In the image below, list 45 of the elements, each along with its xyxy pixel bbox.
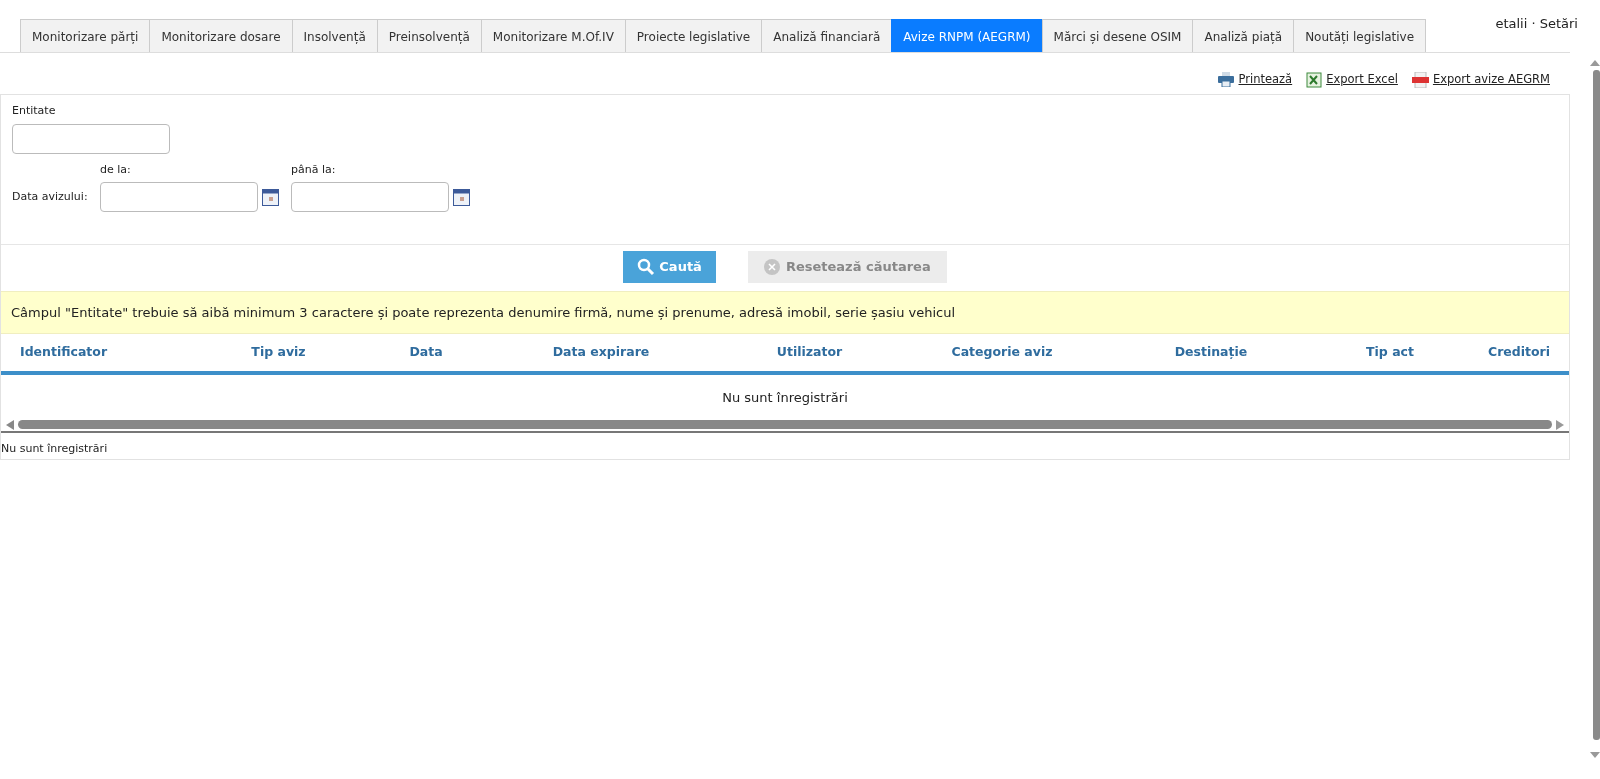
- page-scrollbar[interactable]: [1590, 60, 1600, 760]
- entity-input[interactable]: [12, 123, 170, 154]
- field-label: de la:: [100, 161, 132, 178]
- column-header[interactable]: Tip act: [1311, 343, 1469, 362]
- info-notice: Câmpul "Entitate" trebuie să aibă minimum 3 caractere și poate reprezenta denumire firmă, nume și prenume, adresă imobil, serie șasiu vehicul: [1, 290, 1569, 335]
- field-label: Entitate: [12, 103, 57, 120]
- column-header[interactable]: Creditori: [1469, 343, 1569, 362]
- tab[interactable]: Monitorizare dosare: [149, 19, 293, 52]
- column-header[interactable]: Data: [376, 343, 476, 362]
- column-header[interactable]: Identificator: [1, 343, 181, 362]
- column-header[interactable]: Utilizator: [726, 343, 893, 362]
- tab[interactable]: Proiecte legislative: [624, 19, 763, 52]
- scroll-left-icon[interactable]: [6, 419, 14, 430]
- column-header[interactable]: Categorie aviz: [893, 343, 1111, 362]
- tab[interactable]: Analiză piață: [1192, 19, 1295, 52]
- column-header[interactable]: Destinație: [1111, 343, 1311, 362]
- tab[interactable]: Preinsolvență: [376, 19, 482, 52]
- column-header[interactable]: Tip aviz: [181, 343, 376, 362]
- horizontal-scrollbar[interactable]: [1, 418, 1569, 433]
- tab[interactable]: Insolvență: [291, 19, 378, 52]
- pdf-file-icon: [1411, 71, 1429, 88]
- search-icon: [637, 258, 656, 276]
- column-header[interactable]: Data expirare: [476, 343, 726, 362]
- tab[interactable]: Noutăți legislative: [1293, 19, 1427, 52]
- empty-message: Nu sunt înregistrări: [721, 389, 849, 407]
- toolbar-link[interactable]: Export avize AEGRM: [1432, 71, 1550, 89]
- spreadsheet-icon: [1306, 71, 1323, 88]
- tab[interactable]: Monitorizare părți: [20, 19, 151, 52]
- record-count: Nu sunt înregistrări: [1, 440, 109, 457]
- tab[interactable]: Monitorizare M.Of.IV: [480, 19, 626, 52]
- tab[interactable]: Mărci și desene OSIM: [1041, 19, 1194, 52]
- field-label: până la:: [291, 161, 337, 178]
- printer-icon: [1218, 72, 1235, 88]
- scroll-right-icon[interactable]: [1556, 419, 1564, 430]
- calendar-icon[interactable]: [262, 188, 279, 206]
- calendar-icon[interactable]: [453, 188, 470, 206]
- toolbar-link[interactable]: Export Excel: [1326, 71, 1398, 89]
- tab[interactable]: Analiză financiară: [761, 19, 893, 52]
- header-links[interactable]: etalii · Setări: [1495, 14, 1578, 34]
- tab[interactable]: Avize RNPM (AEGRM): [891, 19, 1043, 52]
- field-label: Data avizului:: [12, 189, 88, 203]
- date-input[interactable]: [100, 182, 258, 213]
- toolbar-link[interactable]: Printează: [1238, 71, 1293, 89]
- date-input[interactable]: [291, 182, 449, 213]
- clear-icon: [763, 259, 780, 275]
